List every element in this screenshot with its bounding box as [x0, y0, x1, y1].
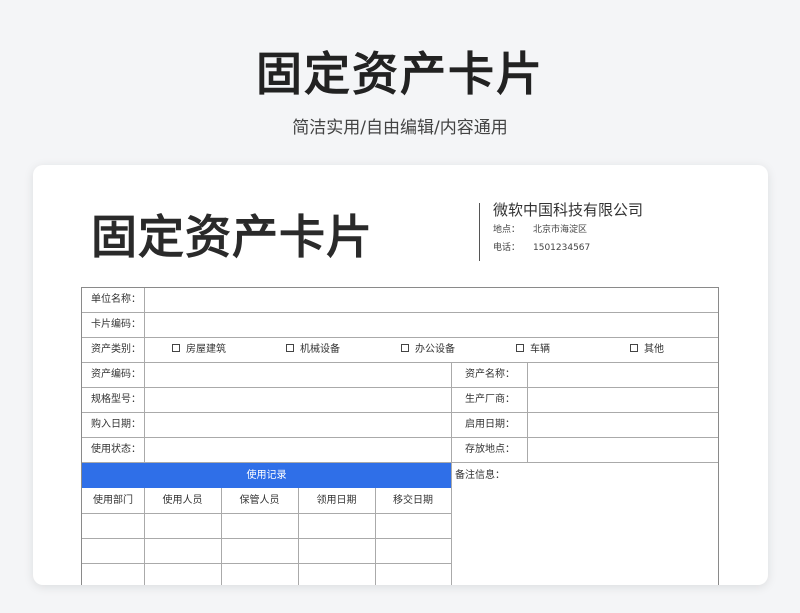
record-row-line	[82, 563, 451, 564]
address-value: 北京市海淀区	[533, 225, 588, 235]
category-option-machinery[interactable]: 机械设备	[286, 338, 340, 362]
column-user: 使用人员	[162, 495, 203, 506]
cell-divider	[144, 313, 145, 337]
card-code-label: 卡片编码：	[91, 319, 141, 330]
cell-divider	[451, 413, 452, 437]
column-receive-date: 领用日期	[316, 495, 357, 506]
cell-divider	[527, 438, 528, 462]
cell-divider	[527, 413, 528, 437]
hero-title: 固定资产卡片	[256, 47, 544, 101]
asset-code-label: 资产编码：	[91, 369, 141, 380]
cell-divider	[144, 438, 145, 462]
column-department: 使用部门	[93, 495, 133, 506]
cell-divider	[451, 363, 452, 387]
manufacturer-label: 生产厂商：	[465, 394, 515, 405]
model-label: 规格型号：	[91, 394, 141, 405]
checkbox-icon[interactable]	[516, 344, 524, 352]
unit-name-label: 单位名称：	[91, 294, 141, 305]
record-row-line	[82, 513, 451, 514]
remarks-label: 备注信息：	[455, 470, 505, 481]
record-row-line	[82, 538, 451, 539]
address-row: 地点： 北京市海淀区	[493, 222, 587, 235]
asset-category-row: 资产类别： 房屋建筑 机械设备 办公设备 车辆 其他	[82, 338, 718, 363]
category-option-office[interactable]: 办公设备	[401, 338, 455, 362]
hero-subtitle: 简洁实用/自由编辑/内容通用	[292, 118, 508, 138]
category-option-vehicle[interactable]: 车辆	[516, 338, 550, 362]
remarks-divider	[451, 463, 452, 585]
storage-location-label: 存放地点：	[465, 444, 515, 455]
cell-divider	[527, 388, 528, 412]
address-label: 地点：	[493, 225, 521, 235]
category-option-building[interactable]: 房屋建筑	[172, 338, 226, 362]
company-name: 微软中国科技有限公司	[493, 201, 644, 219]
checkbox-icon[interactable]	[286, 344, 294, 352]
cell-divider	[144, 363, 145, 387]
checkbox-icon[interactable]	[172, 344, 180, 352]
cell-divider	[144, 388, 145, 412]
start-date-label: 启用日期：	[465, 419, 515, 430]
cell-divider	[144, 413, 145, 437]
cell-divider	[451, 388, 452, 412]
cell-divider	[144, 288, 145, 312]
purchase-date-row: 购入日期： 启用日期：	[82, 413, 718, 438]
unit-name-row: 单位名称：	[82, 288, 718, 313]
phone-value: 1501234567	[533, 243, 591, 253]
record-grid-line	[375, 488, 376, 585]
cell-divider	[527, 363, 528, 387]
header-divider	[479, 203, 480, 261]
checkbox-icon[interactable]	[630, 344, 638, 352]
usage-status-row: 使用状态： 存放地点：	[82, 438, 718, 463]
phone-label: 电话：	[493, 243, 521, 253]
usage-status-label: 使用状态：	[91, 444, 141, 455]
asset-form: 单位名称： 卡片编码： 资产类别： 房屋建筑 机械设备 办公设备 车辆 其他 资…	[81, 287, 719, 585]
model-row: 规格型号： 生产厂商：	[82, 388, 718, 413]
asset-card-document: 固定资产卡片 微软中国科技有限公司 地点： 北京市海淀区 电话： 150123456…	[65, 191, 737, 585]
checkbox-icon[interactable]	[401, 344, 409, 352]
column-custodian: 保管人员	[239, 495, 280, 506]
cell-divider	[144, 338, 145, 362]
card-code-row: 卡片编码：	[82, 313, 718, 338]
record-grid-line	[144, 488, 145, 585]
asset-category-label: 资产类别：	[91, 344, 141, 355]
purchase-date-label: 购入日期：	[91, 419, 141, 430]
document-title: 固定资产卡片	[91, 210, 373, 264]
record-grid-line	[298, 488, 299, 585]
cell-divider	[451, 438, 452, 462]
usage-record-header: 使用记录	[82, 463, 451, 488]
asset-code-row: 资产编码： 资产名称：	[82, 363, 718, 388]
phone-row: 电话： 1501234567	[493, 240, 590, 253]
column-transfer-date: 移交日期	[393, 495, 433, 506]
record-grid-line	[221, 488, 222, 585]
asset-name-label: 资产名称：	[465, 369, 515, 380]
category-option-other[interactable]: 其他	[630, 338, 664, 362]
preview-card: 固定资产卡片 微软中国科技有限公司 地点： 北京市海淀区 电话： 150123456…	[33, 165, 768, 585]
